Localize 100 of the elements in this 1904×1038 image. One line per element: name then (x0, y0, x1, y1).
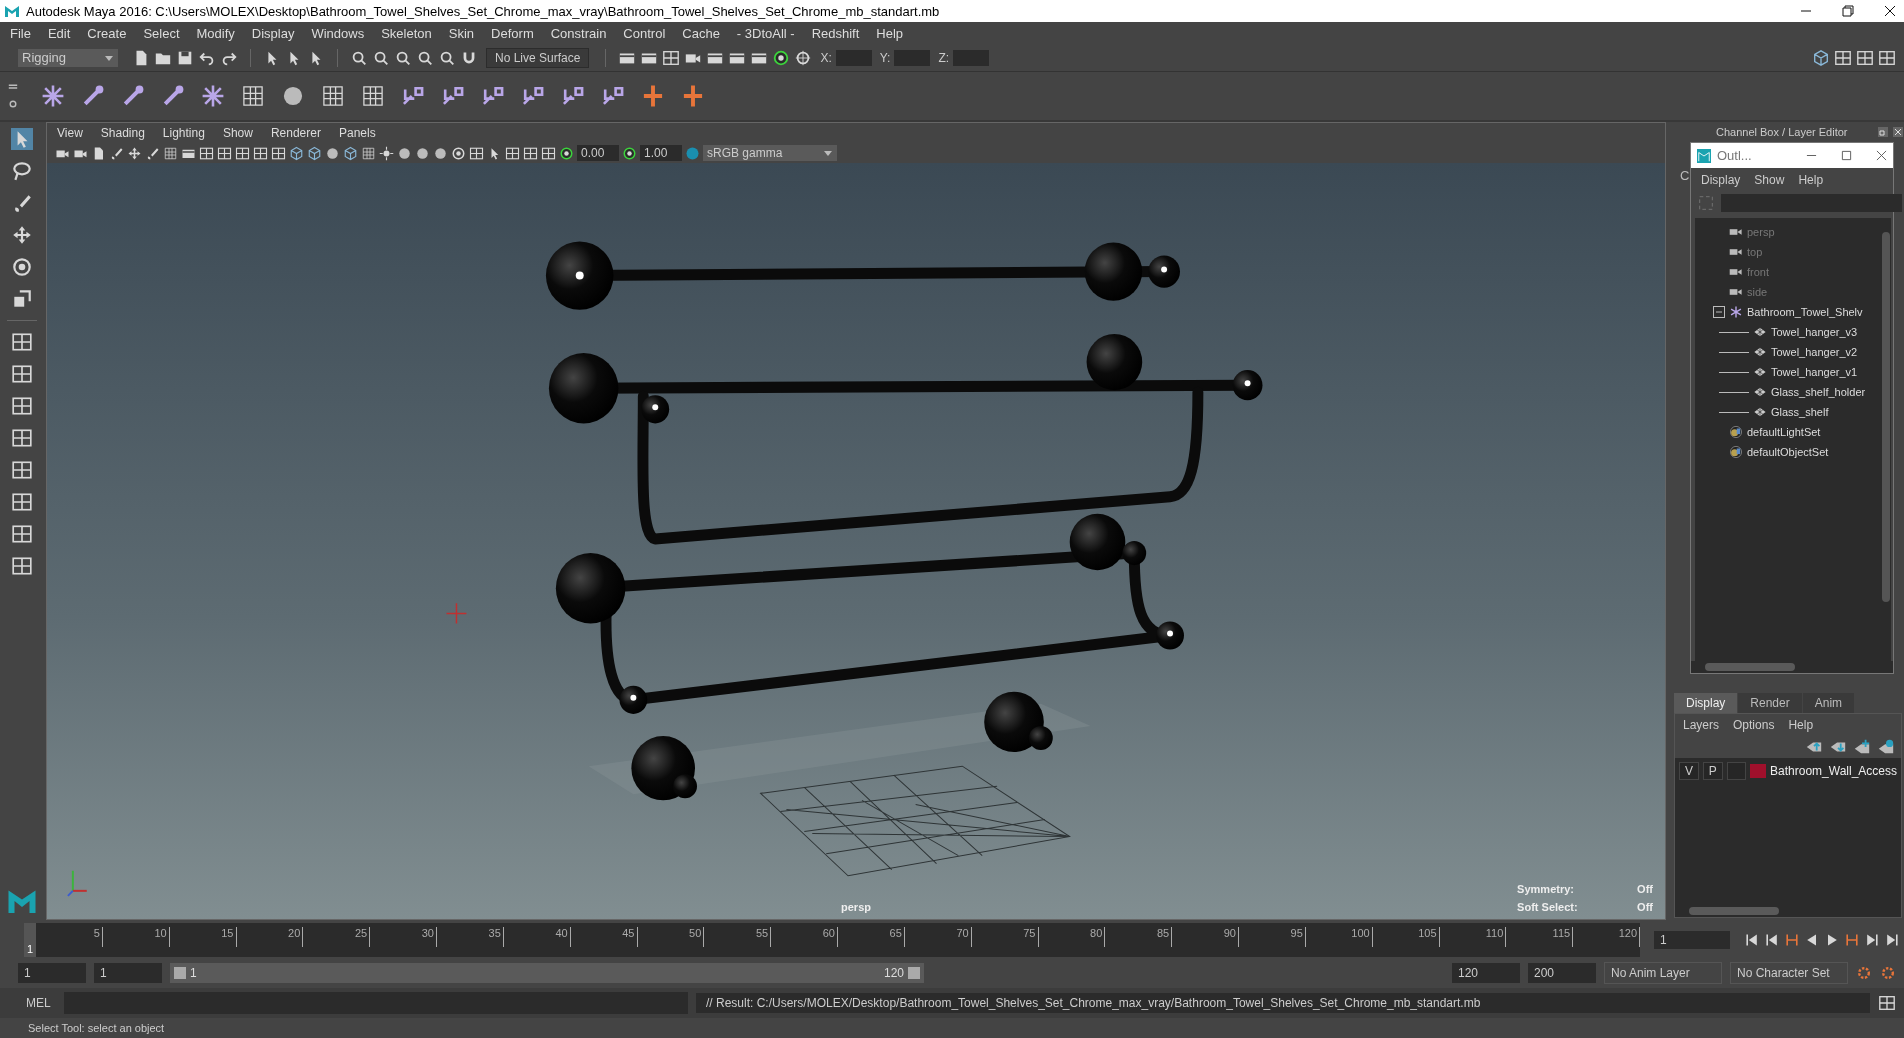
horizontal-scrollbar[interactable] (1675, 905, 1901, 917)
scale-icon[interactable] (11, 288, 33, 310)
layout-icon[interactable] (11, 363, 33, 385)
light-icon[interactable] (379, 145, 394, 161)
skeleton-icon[interactable] (200, 83, 226, 109)
sphere-icon[interactable] (397, 145, 412, 161)
script-editor-icon[interactable] (1878, 994, 1896, 1012)
new-layer-selected-icon[interactable] (1877, 738, 1895, 756)
panel-icon[interactable] (541, 145, 556, 161)
layer-editor-tab[interactable]: Render (1738, 693, 1803, 713)
playback-start-field[interactable]: 1 (94, 963, 162, 983)
channel-box-tab[interactable]: C (1680, 168, 1690, 183)
panel-icon[interactable] (1878, 48, 1896, 67)
menu-item[interactable]: Edit (47, 25, 71, 41)
gamma-field[interactable]: 1.00 (640, 145, 682, 161)
anim-layer-dropdown[interactable]: No Anim Layer (1604, 962, 1722, 984)
menu-set-dropdown[interactable]: Rigging (18, 48, 118, 67)
move-icon[interactable] (11, 224, 33, 246)
layout-icon[interactable] (11, 555, 33, 577)
range-slider[interactable]: 1 120 (170, 963, 924, 983)
outliner-item[interactable]: Towel_hanger_v1 (1771, 366, 1858, 378)
new-layer-icon[interactable] (1853, 738, 1871, 756)
sphere-icon[interactable] (415, 145, 430, 161)
panel-icon[interactable] (523, 145, 538, 161)
menu-item[interactable]: - 3DtoAll - (736, 25, 795, 41)
menu-item[interactable]: Select (143, 25, 180, 41)
wireframe-cube-icon[interactable] (289, 145, 304, 161)
visibility-toggle[interactable]: V (1679, 762, 1699, 780)
step-forward-icon[interactable] (1864, 932, 1880, 948)
layer-name[interactable]: Bathroom_Wall_Access (1770, 764, 1897, 778)
outliner-menu-item[interactable]: Help (1798, 173, 1824, 187)
circle-icon[interactable] (451, 145, 466, 161)
panel-menu-item[interactable]: Shading (100, 126, 145, 140)
menu-item[interactable]: Create (87, 25, 127, 41)
current-frame-marker[interactable]: 1 (24, 923, 36, 957)
coordinate-field[interactable] (953, 49, 990, 66)
maximize-icon[interactable] (1841, 150, 1852, 161)
attribute-list-icon[interactable] (1856, 48, 1874, 67)
coordinate-field[interactable] (894, 49, 931, 66)
menu-item[interactable]: Modify (196, 25, 235, 41)
panel-icon[interactable] (505, 145, 520, 161)
menu-item[interactable]: Redshift (811, 25, 860, 41)
sphere-icon[interactable] (433, 145, 448, 161)
reference-toggle[interactable] (1726, 762, 1747, 780)
layout-icon[interactable] (11, 427, 33, 449)
lasso-icon[interactable] (11, 160, 33, 182)
layout-icon[interactable] (11, 523, 33, 545)
layer-color-swatch[interactable] (1750, 764, 1767, 778)
menu-item[interactable]: Help (876, 25, 904, 41)
joint-icon[interactable] (40, 83, 66, 109)
cube-icon[interactable] (1812, 48, 1830, 67)
panel-menu-item[interactable]: Renderer (270, 126, 321, 140)
menu-item[interactable]: Windows (311, 25, 365, 41)
auto-key-icon[interactable] (1856, 965, 1872, 981)
panel-layout-icon[interactable] (1834, 48, 1852, 67)
outliner-menu-item[interactable]: Show (1754, 173, 1785, 187)
caret-icon[interactable] (823, 148, 833, 158)
menu-item[interactable]: Control (623, 25, 666, 41)
go-to-end-icon[interactable] (1884, 932, 1900, 948)
shaded-cube-icon[interactable] (307, 145, 322, 161)
next-key-icon[interactable] (1844, 932, 1860, 948)
grid-icon[interactable] (163, 145, 178, 161)
menu-item[interactable]: Cache (682, 25, 720, 41)
outliner-menu-item[interactable]: Display (1701, 173, 1741, 187)
color-management-icon[interactable] (685, 145, 700, 161)
layer-menu-item[interactable]: Help (1788, 718, 1814, 732)
target-icon[interactable] (794, 48, 813, 67)
outliner-item[interactable]: Towel_hanger_v2 (1771, 346, 1858, 358)
start-time-field[interactable]: 1 (18, 963, 86, 983)
layer-menu-item[interactable]: Options (1733, 718, 1775, 732)
outliner-item[interactable]: Towel_hanger_v3 (1771, 326, 1858, 338)
step-back-icon[interactable] (1764, 932, 1780, 948)
outliner-item[interactable]: defaultObjectSet (1747, 446, 1829, 458)
end-time-field[interactable]: 200 (1528, 963, 1596, 983)
preferences-icon[interactable] (1880, 965, 1896, 981)
go-to-start-icon[interactable] (1744, 932, 1760, 948)
move-icon[interactable] (127, 145, 142, 161)
horizontal-scrollbar[interactable] (1691, 661, 1893, 673)
character-set-dropdown[interactable]: No Character Set (1730, 962, 1848, 984)
outliner-item[interactable]: Glass_shelf_holder (1771, 386, 1866, 398)
float-icon[interactable] (1877, 126, 1889, 138)
restore-icon[interactable] (1842, 5, 1854, 17)
playback-toggle[interactable]: P (1702, 762, 1723, 780)
outliner-item[interactable]: Bathroom_Towel_Shelv (1747, 306, 1863, 318)
close-icon[interactable] (1884, 5, 1896, 17)
coordinate-field[interactable] (835, 49, 872, 66)
previous-key-icon[interactable] (1784, 932, 1800, 948)
layout-icon[interactable] (11, 331, 33, 353)
menu-item[interactable]: Skeleton (381, 25, 432, 41)
panel-menu-item[interactable]: View (57, 126, 83, 140)
layer-editor-tab[interactable]: Anim (1802, 693, 1856, 713)
panel-menu-item[interactable]: Show (222, 126, 253, 140)
menu-item[interactable]: File (10, 25, 31, 41)
layout-icon[interactable] (11, 395, 33, 417)
cube-icon[interactable] (343, 145, 358, 161)
current-frame-field[interactable]: 1 (1654, 931, 1730, 949)
live-surface-field[interactable]: No Live Surface (486, 47, 590, 68)
outliner-item[interactable]: Glass_shelf (1771, 406, 1829, 418)
close-icon[interactable] (1892, 126, 1904, 138)
layout-icon[interactable] (11, 459, 33, 481)
